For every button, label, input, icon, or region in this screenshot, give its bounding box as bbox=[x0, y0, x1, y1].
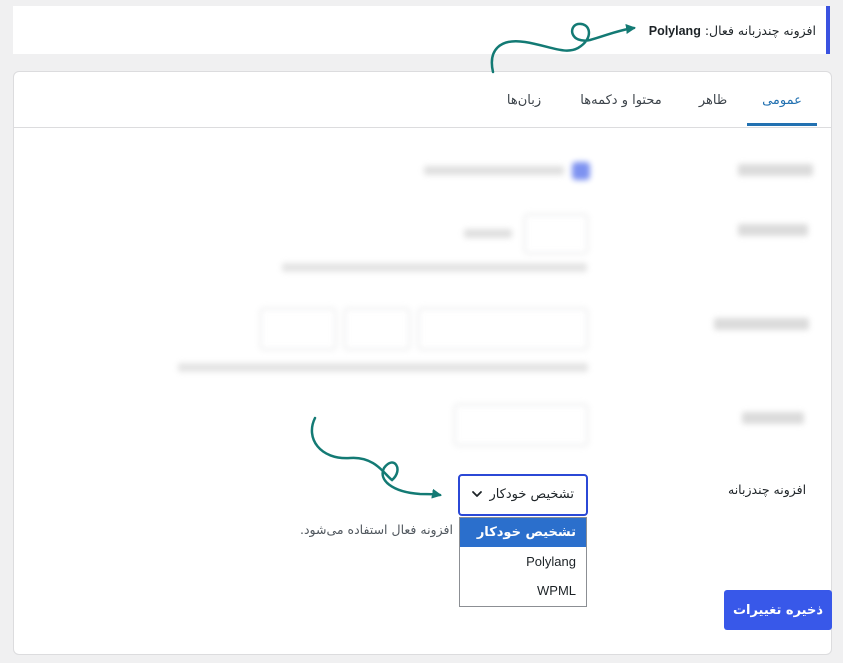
option-wpml[interactable]: WPML bbox=[460, 576, 586, 605]
blurred-label bbox=[742, 412, 804, 424]
multilang-plugin-select[interactable]: تشخیص خودکار bbox=[458, 474, 588, 516]
blurred-checkbox bbox=[572, 162, 590, 180]
blurred-label bbox=[714, 318, 809, 330]
notice-plugin-name: Polylang bbox=[648, 23, 701, 38]
chevron-down-icon bbox=[472, 491, 482, 497]
option-auto-detect[interactable]: تشخیص خودکار bbox=[460, 518, 586, 547]
notice-prefix: افزونه چندزبانه فعال: bbox=[704, 22, 816, 38]
select-value: تشخیص خودکار bbox=[489, 487, 574, 502]
blurred-settings bbox=[14, 72, 831, 472]
option-polylang[interactable]: Polylang bbox=[460, 547, 586, 576]
blurred-text bbox=[424, 166, 564, 175]
blurred-text bbox=[464, 229, 512, 238]
notice-text: افزونه چندزبانه فعال: Polylang bbox=[649, 23, 816, 38]
blurred-text bbox=[178, 363, 588, 372]
blurred-text bbox=[282, 263, 587, 272]
multilang-description: افزونه فعال استفاده می‌شود. bbox=[300, 522, 453, 537]
blurred-label bbox=[738, 164, 813, 176]
settings-card: عمومی ظاهر محتوا و دکمه‌ها زبان‌ها bbox=[13, 71, 832, 655]
blurred-input bbox=[344, 308, 410, 350]
active-plugin-notice: افزونه چندزبانه فعال: Polylang bbox=[13, 6, 830, 54]
blurred-input bbox=[524, 214, 588, 254]
blurred-label bbox=[738, 224, 808, 236]
blurred-button bbox=[454, 404, 588, 446]
blurred-select bbox=[418, 308, 588, 350]
multilang-plugin-dropdown: تشخیص خودکار Polylang WPML bbox=[459, 517, 587, 607]
multilang-plugin-label: افزونه چندزبانه bbox=[728, 482, 807, 497]
blurred-select bbox=[260, 308, 336, 350]
save-changes-button[interactable]: ذخیره تغییرات bbox=[724, 590, 832, 630]
